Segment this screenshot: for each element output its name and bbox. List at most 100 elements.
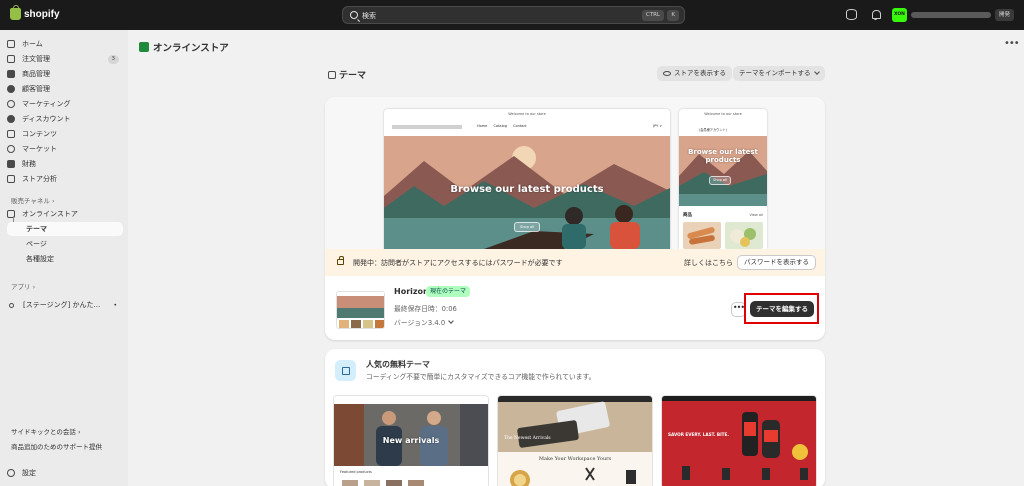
sidebar-item-products[interactable]: 商品管理: [7, 67, 123, 81]
free-theme-2-sub: The Newest Arrivals: [504, 436, 551, 441]
themes-section-title: テーマ: [328, 68, 366, 81]
sales-channels-label[interactable]: 販売チャネル ›: [11, 195, 55, 205]
free-theme-preview-2: [498, 396, 652, 486]
apps-label[interactable]: アプリ ›: [11, 281, 35, 291]
bell-icon[interactable]: [870, 9, 881, 20]
sidebar-item-online-store[interactable]: オンラインストア: [7, 207, 123, 221]
sidekick-link[interactable]: サイドキックとの会話 ›: [11, 426, 81, 436]
shortcut-ctrl: CTRL: [641, 10, 664, 21]
learn-more-link[interactable]: 詳しくはこちら: [684, 258, 733, 268]
free-theme-card-3[interactable]: SAVOR EVERY. LAST. BITE.: [661, 395, 817, 486]
view-store-button[interactable]: ストアを表示する: [657, 66, 732, 81]
themes-title-text: テーマ: [339, 71, 367, 81]
mobile-hero-illustration: [679, 136, 767, 206]
sidebar-item-label: [ステージング] かんた...: [23, 301, 101, 309]
preview-links: Home Catalog Contact: [477, 124, 532, 128]
chevron-down-icon: [813, 69, 820, 75]
theme-thumbnail[interactable]: [336, 291, 385, 329]
free-theme-1-headline: New arrivals: [382, 436, 440, 445]
free-theme-card-1[interactable]: New arrivals Featured products: [333, 395, 489, 486]
mobile-shop-all-button: Shop all: [709, 176, 731, 185]
search-icon: [350, 11, 358, 19]
password-banner: 開発中：訪問者がストアにアクセスするにはパスワードが必要です 詳しくはこちら パ…: [325, 249, 825, 276]
store-name-blurred[interactable]: [911, 12, 991, 18]
sidebar-item-content[interactable]: コンテンツ: [7, 127, 123, 141]
preview-store-name: [392, 125, 462, 129]
sidebar-item-label: ストア分析: [22, 175, 57, 183]
food-illustration-2: [730, 228, 756, 247]
preview-link: Catalog: [493, 124, 507, 128]
current-theme-badge: 現在のテーマ: [426, 286, 471, 297]
free-theme-2-headline: Make Your Workspace Yours: [538, 456, 612, 462]
order-icon: [7, 55, 15, 63]
top-bar: shopify 検索 CTRL K XON 開発: [0, 0, 1024, 30]
shopify-bag-icon: [10, 5, 21, 20]
free-themes-title: 人気の無料テーマ: [366, 360, 430, 369]
free-themes-card: 人気の無料テーマ コーディング不要で簡単にカスタマイズできるコア機能で作られてい…: [325, 349, 825, 486]
sidebar-item-home[interactable]: ホーム: [7, 37, 123, 51]
theme-icon: [328, 70, 336, 79]
free-themes-subtitle: コーディング不要で簡単にカスタマイズできるコア機能で作られています。: [366, 373, 596, 381]
app-icon: [9, 302, 14, 308]
free-theme-1-sub: Featured products: [340, 470, 372, 474]
sidebar-item-label: ページ: [26, 240, 47, 248]
sidebar-item-settings[interactable]: 設定: [7, 466, 123, 480]
theme-thumbnail-image: [337, 292, 384, 328]
product-image-1: [683, 222, 721, 249]
mobile-hero: Browse our latest products Shop all: [679, 136, 767, 206]
hero-headline: Browse our latest products: [450, 184, 604, 195]
sidebar-item-themes[interactable]: テーマ: [7, 222, 123, 236]
sidebar-item-preferences[interactable]: 各種設定: [7, 252, 123, 266]
search-input[interactable]: 検索 CTRL K: [342, 6, 685, 24]
sidebar-item-marketing[interactable]: マーケティング: [7, 97, 123, 111]
theme-preview[interactable]: Welcome to our store Home Catalog Contac…: [325, 97, 825, 249]
version-text: バージョン3.4.0: [394, 319, 446, 327]
preview-link: Home: [477, 124, 488, 128]
chart-icon: [7, 175, 15, 183]
desktop-preview: Welcome to our store Home Catalog Contac…: [384, 109, 670, 249]
store-avatar[interactable]: XON: [892, 8, 907, 22]
preview-currency: JPY ∨: [653, 124, 662, 128]
banner-text: 開発中：訪問者がストアにアクセスするにはパスワードが必要です: [353, 259, 563, 267]
last-saved: 最終保存日時：0:06: [394, 305, 457, 313]
sidebar-item-label: コンテンツ: [22, 130, 57, 138]
globe-icon: [7, 145, 15, 153]
logo-text: shopify: [24, 8, 60, 20]
sidebar-item-label: ホーム: [22, 40, 43, 48]
sidebar-item-finance[interactable]: 財務: [7, 157, 123, 171]
shopify-logo[interactable]: shopify: [10, 5, 60, 20]
preview-nav: Home Catalog Contact JPY ∨: [384, 122, 670, 132]
page-more-button[interactable]: •••: [1004, 38, 1020, 49]
free-theme-preview-3: [662, 396, 816, 486]
sidebar-item-app[interactable]: [ステージング] かんた... •: [7, 298, 123, 312]
show-password-button[interactable]: パスワードを表示する: [737, 255, 816, 270]
support-link[interactable]: 商品追加のためのサポート提供: [11, 441, 102, 451]
preview-link: Contact: [513, 124, 527, 128]
theme-version[interactable]: バージョン3.4.0: [394, 317, 454, 327]
welcome-bar-mobile: Welcome to our store: [704, 112, 742, 116]
pin-dot-icon: •: [113, 301, 117, 309]
sidebar-item-markets[interactable]: マーケット: [7, 142, 123, 156]
sidebar-item-label: 設定: [22, 469, 36, 477]
page-title-text: オンラインストア: [153, 43, 229, 54]
online-store-icon: [139, 42, 149, 52]
free-theme-card-2[interactable]: The Newest Arrivals Make Your Workspace …: [497, 395, 653, 486]
home-icon: [7, 40, 15, 48]
sidebar-item-pages[interactable]: ページ: [7, 237, 123, 251]
sidebar-item-discounts[interactable]: ディスカウント: [7, 112, 123, 126]
mobile-products-label: 商品: [683, 213, 692, 218]
sidebar-item-customers[interactable]: 顧客管理: [7, 82, 123, 96]
database-icon[interactable]: [846, 9, 857, 20]
sidebar: ホーム 注文管理 3 商品管理 顧客管理 マーケティング ディスカウント コンテ…: [0, 30, 128, 486]
import-theme-button[interactable]: テーマをインポートする: [733, 66, 825, 81]
mobile-preview: Welcome to our store (会員様アカウント) Browse o…: [679, 109, 767, 249]
sidebar-item-orders[interactable]: 注文管理 3: [7, 52, 123, 66]
mobile-account: (会員様アカウント): [699, 128, 727, 132]
edit-theme-button[interactable]: テーマを編集する: [750, 301, 814, 317]
sidebar-item-label: 財務: [22, 160, 36, 168]
shortcut-k: K: [667, 10, 679, 21]
food-illustration-1: [687, 227, 715, 245]
welcome-bar: Welcome to our store: [508, 112, 546, 116]
sidebar-item-analytics[interactable]: ストア分析: [7, 172, 123, 186]
sidebar-item-label: 各種設定: [26, 255, 54, 263]
